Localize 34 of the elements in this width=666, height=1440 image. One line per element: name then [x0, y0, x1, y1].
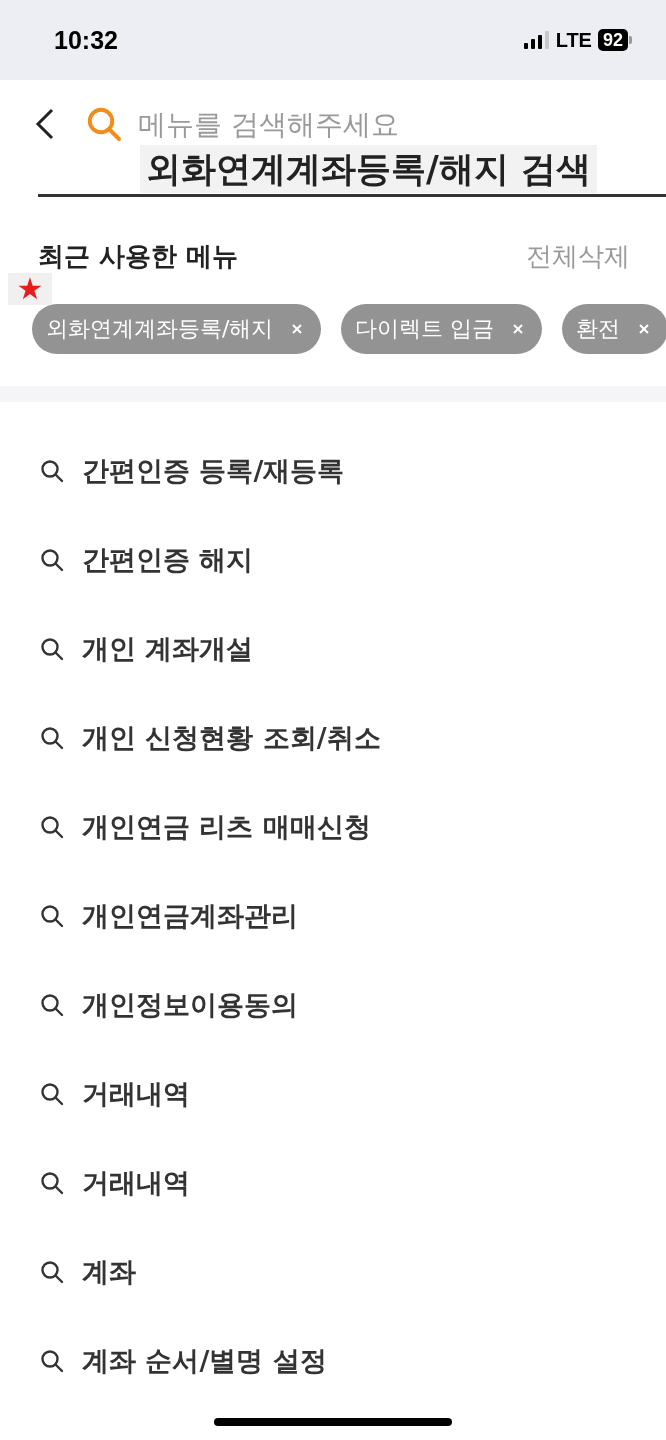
menu-item[interactable]: 거래내역	[82, 1075, 190, 1112]
menu-item[interactable]: 개인 계좌개설	[82, 630, 254, 667]
menu-item[interactable]: 개인연금계좌관리	[82, 897, 298, 934]
status-time: 10:32	[54, 25, 118, 55]
close-icon[interactable]	[291, 323, 304, 335]
search-icon	[40, 636, 64, 661]
search-icon	[40, 1170, 64, 1195]
menu-item[interactable]: 계좌 순서/별명 설정	[82, 1342, 327, 1379]
menu-item[interactable]: 거래내역	[82, 1164, 190, 1201]
search-icon	[86, 106, 122, 142]
network-label: LTE	[555, 28, 592, 52]
menu-item[interactable]: 개인연금 리츠 매매신청	[82, 808, 371, 845]
search-icon	[40, 1081, 64, 1106]
battery-level: 92	[597, 29, 628, 51]
search-icon	[40, 1259, 64, 1284]
section-title: 최근 사용한 메뉴	[38, 240, 239, 273]
close-icon[interactable]	[638, 323, 651, 335]
search-icon	[40, 903, 64, 928]
search-icon	[40, 458, 64, 483]
signal-icon	[523, 31, 550, 49]
caption-tooltip: 외화연계계좌등록/해지 검색	[140, 145, 597, 193]
search-field[interactable]: 메뉴를 검색해주세요	[138, 104, 666, 144]
search-icon	[40, 814, 64, 839]
close-icon[interactable]	[512, 323, 525, 335]
menu-item[interactable]: 개인정보이용동의	[82, 986, 298, 1023]
back-icon[interactable]	[34, 107, 56, 141]
menu-item[interactable]: 계좌	[82, 1253, 136, 1290]
menu-item[interactable]: 간편인증 등록/재등록	[82, 452, 345, 489]
search-icon	[40, 1348, 64, 1373]
search-icon	[40, 992, 64, 1017]
menu-item[interactable]: 간편인증 해지	[82, 541, 254, 578]
menu-item[interactable]: 개인 신청현황 조회/취소	[82, 719, 381, 756]
search-icon	[40, 547, 64, 572]
search-icon	[40, 725, 64, 750]
